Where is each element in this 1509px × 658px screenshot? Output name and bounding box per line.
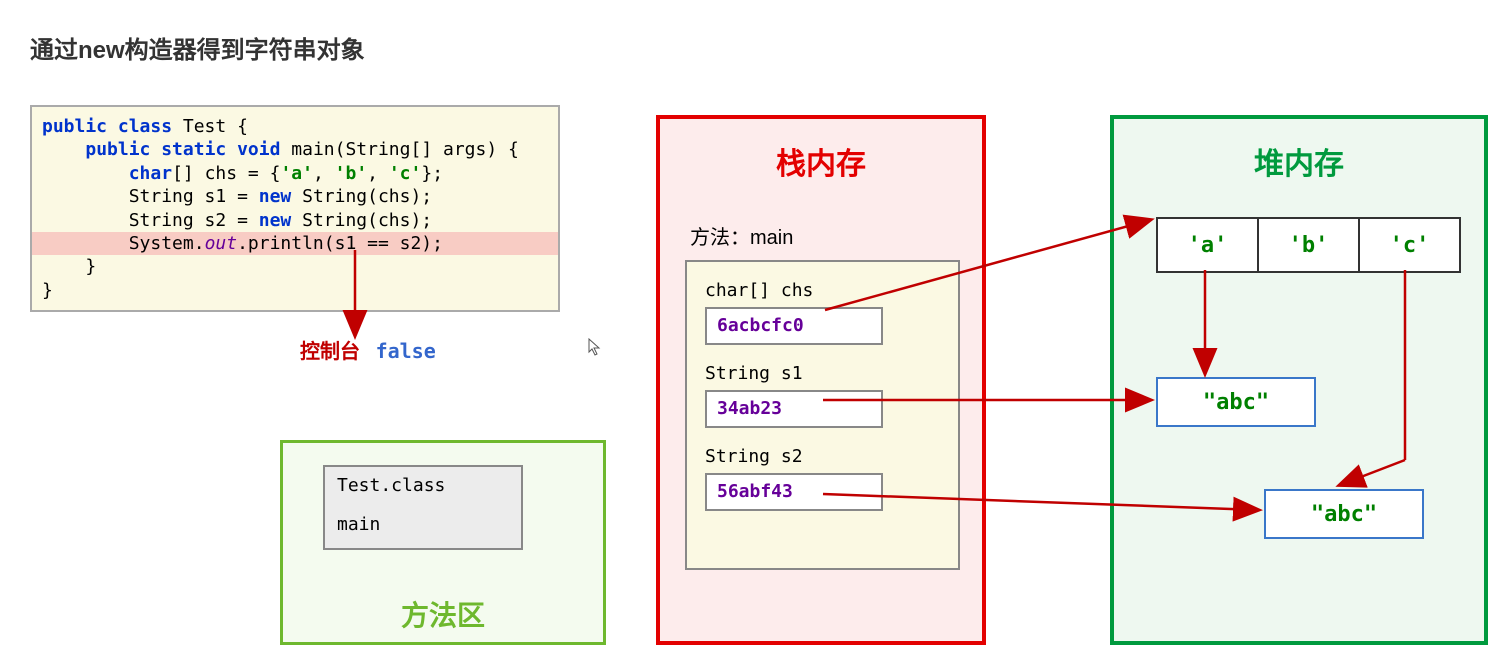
heap-string-1: "abc" — [1156, 377, 1316, 427]
console-output: 控制台 false — [300, 335, 436, 364]
char-array: 'a' 'b' 'c' — [1156, 217, 1461, 273]
code-text: , — [367, 163, 389, 184]
method-name: main — [337, 514, 509, 535]
code-text: } — [32, 255, 558, 278]
heap-header: 堆内存 — [1114, 139, 1484, 183]
stack-method-label: 方法：main — [690, 221, 982, 250]
code-text: , — [313, 163, 335, 184]
stack-memory-box: 栈内存 方法：main char[] chs 6acbcfc0 String s… — [656, 115, 986, 645]
code-field: out — [205, 233, 238, 254]
code-text: String s2 = — [129, 210, 259, 231]
method-area-box: Test.class main 方法区 — [280, 440, 606, 645]
class-file-name: Test.class — [337, 475, 509, 496]
code-text: System. — [129, 233, 205, 254]
char-cell-a: 'a' — [1156, 217, 1259, 273]
code-block: public class Test { public static void m… — [30, 105, 560, 312]
code-text: }; — [421, 163, 443, 184]
code-literal: 'c' — [389, 163, 422, 184]
code-kw: public class — [42, 116, 172, 137]
code-literal: 'b' — [335, 163, 368, 184]
code-text: main(String[] args) { — [280, 139, 518, 160]
code-text: Test { — [172, 116, 248, 137]
char-cell-b: 'b' — [1257, 217, 1360, 273]
mouse-cursor-icon — [588, 338, 602, 356]
code-kw: new — [259, 210, 292, 231]
stack-header: 栈内存 — [660, 139, 982, 183]
code-text: [] chs = { — [172, 163, 280, 184]
code-text: .println(s1 == s2); — [237, 233, 443, 254]
heap-string-2: "abc" — [1264, 489, 1424, 539]
code-text: } — [32, 279, 558, 302]
console-label: 控制台 — [300, 341, 360, 363]
heap-memory-box: 堆内存 'a' 'b' 'c' "abc" "abc" — [1110, 115, 1488, 645]
code-text: String(chs); — [291, 186, 432, 207]
class-file-box: Test.class main — [323, 465, 523, 550]
code-kw: new — [259, 186, 292, 207]
code-text: String(chs); — [291, 210, 432, 231]
var-chs-value: 6acbcfc0 — [705, 307, 883, 345]
var-s1-label: String s1 — [705, 363, 940, 384]
code-kw: public static void — [85, 139, 280, 160]
console-value: false — [376, 339, 436, 363]
method-area-label: 方法区 — [283, 594, 603, 634]
page-title: 通过new构造器得到字符串对象 — [30, 30, 1479, 65]
char-cell-c: 'c' — [1358, 217, 1461, 273]
code-literal: 'a' — [280, 163, 313, 184]
code-text: String s1 = — [129, 186, 259, 207]
var-chs-label: char[] chs — [705, 280, 940, 301]
var-s1-value: 34ab23 — [705, 390, 883, 428]
stack-frame: char[] chs 6acbcfc0 String s1 34ab23 Str… — [685, 260, 960, 570]
var-s2-label: String s2 — [705, 446, 940, 467]
code-kw: char — [129, 163, 172, 184]
var-s2-value: 56abf43 — [705, 473, 883, 511]
